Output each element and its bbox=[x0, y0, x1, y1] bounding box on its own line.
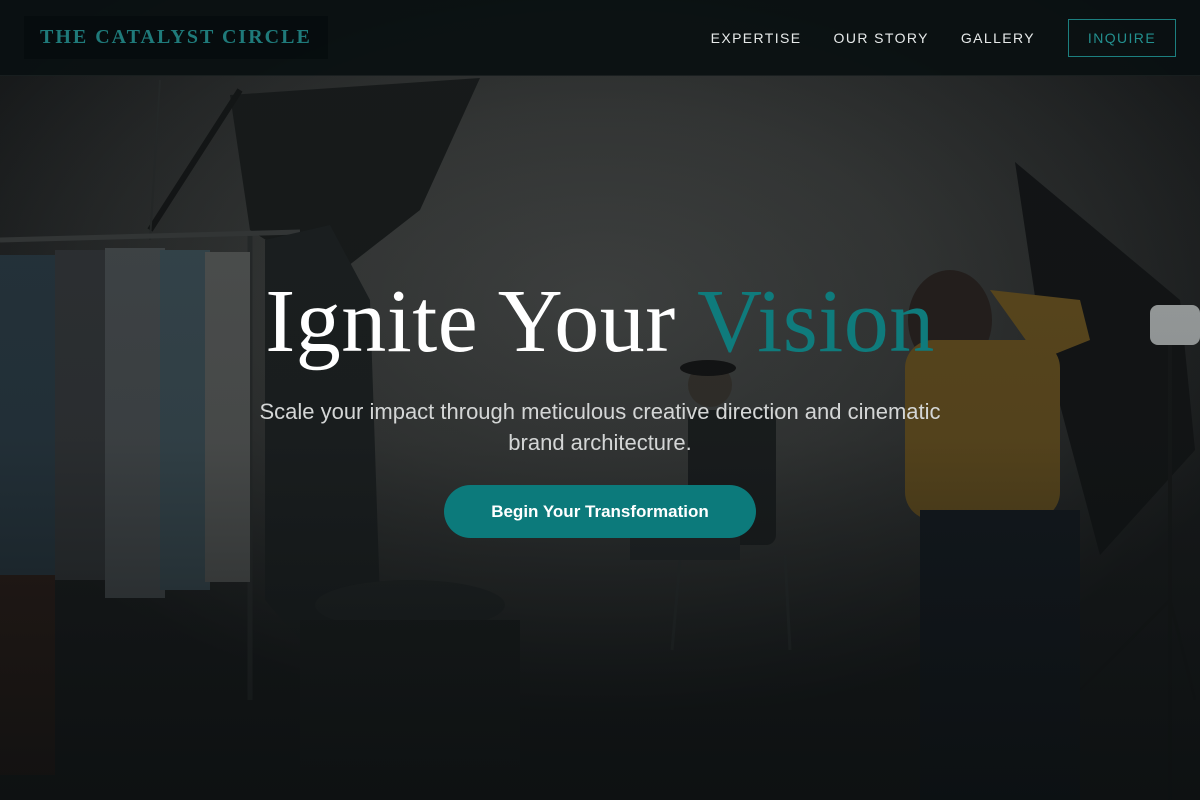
site-header: THE CATALYST CIRCLE EXPERTISE OUR STORY … bbox=[0, 0, 1200, 76]
brand-logo[interactable]: THE CATALYST CIRCLE bbox=[24, 16, 328, 59]
hero-section: Ignite Your Vision Scale your impact thr… bbox=[0, 270, 1200, 538]
hero-subtitle: Scale your impact through meticulous cre… bbox=[259, 399, 941, 455]
hero-title-main: Ignite Your bbox=[265, 272, 676, 371]
hero-title: Ignite Your Vision bbox=[0, 270, 1200, 374]
nav-link-expertise[interactable]: EXPERTISE bbox=[711, 30, 802, 46]
nav-link-gallery[interactable]: GALLERY bbox=[961, 30, 1035, 46]
begin-transformation-button[interactable]: Begin Your Transformation bbox=[444, 485, 756, 538]
inquire-button[interactable]: INQUIRE bbox=[1068, 19, 1176, 57]
nav-link-our-story[interactable]: OUR STORY bbox=[834, 30, 929, 46]
hero-title-accent: Vision bbox=[697, 272, 935, 371]
main-nav: EXPERTISE OUR STORY GALLERY INQUIRE bbox=[711, 19, 1176, 57]
